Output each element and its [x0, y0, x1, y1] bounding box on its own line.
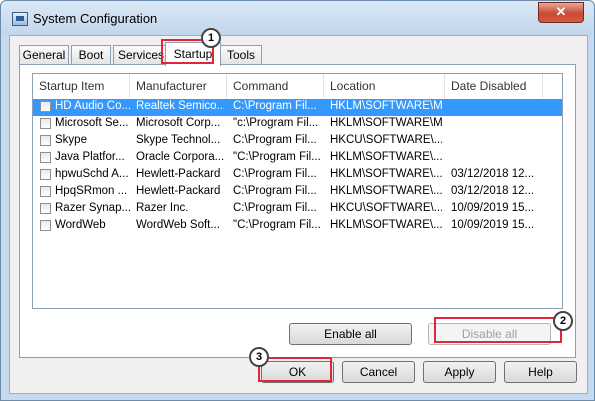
command-cell: "C:\Program Fil...: [233, 219, 321, 231]
tab-services[interactable]: Services: [113, 45, 169, 65]
startup-item-checkbox[interactable]: [40, 152, 51, 163]
column-header-date-disabled[interactable]: Date Disabled: [445, 74, 543, 98]
column-header-command[interactable]: Command: [227, 74, 324, 98]
tab-boot[interactable]: Boot: [71, 45, 111, 65]
title-bar[interactable]: System Configuration ✕: [1, 1, 594, 35]
startup-item-checkbox[interactable]: [40, 118, 51, 129]
startup-item-cell: Microsoft Se...: [55, 117, 129, 129]
startup-item-row[interactable]: Razer Synap... Razer Inc. C:\Program Fil..…: [33, 201, 562, 218]
column-header-manufacturer[interactable]: Manufacturer: [130, 74, 227, 98]
location-cell: HKLM\SOFTWARE\...: [330, 219, 442, 231]
manufacturer-cell: Hewlett-Packard: [136, 168, 221, 180]
startup-item-row[interactable]: HD Audio Co... Realtek Semico... C:\Progra…: [33, 99, 562, 116]
date-disabled-cell: 03/12/2018 12...: [451, 185, 535, 197]
startup-item-row[interactable]: Microsoft Se... Microsoft Corp... "c:\Prog…: [33, 116, 562, 133]
apply-button[interactable]: Apply: [423, 361, 496, 383]
startup-item-checkbox[interactable]: [40, 203, 51, 214]
close-button[interactable]: ✕: [538, 2, 584, 23]
location-cell: HKLM\SOFTWARE\M...: [330, 100, 442, 112]
manufacturer-cell: Skype Technol...: [136, 134, 221, 146]
command-cell: C:\Program Fil...: [233, 168, 317, 180]
startup-item-row[interactable]: HpqSRmon ... Hewlett-Packard C:\Program Fi…: [33, 184, 562, 201]
disable-all-button[interactable]: Disable all: [428, 323, 551, 345]
location-cell: HKLM\SOFTWARE\M...: [330, 117, 442, 129]
date-disabled-cell: 10/09/2019 15...: [451, 202, 535, 214]
command-cell: C:\Program Fil...: [233, 134, 317, 146]
startup-panel: Startup Item Manufacturer Command Locati…: [19, 64, 576, 358]
location-cell: HKCU\SOFTWARE\...: [330, 202, 442, 214]
startup-item-checkbox[interactable]: [40, 101, 51, 112]
manufacturer-cell: Razer Inc.: [136, 202, 189, 214]
startup-item-row[interactable]: hpwuSchd A... Hewlett-Packard C:\Program F…: [33, 167, 562, 184]
msconfig-icon: [12, 12, 28, 26]
location-cell: HKCU\SOFTWARE\...: [330, 134, 442, 146]
startup-item-checkbox[interactable]: [40, 169, 51, 180]
cancel-button[interactable]: Cancel: [342, 361, 415, 383]
command-cell: "C:\Program Fil...: [233, 151, 321, 163]
date-disabled-cell: 03/12/2018 12...: [451, 168, 535, 180]
command-cell: C:\Program Fil...: [233, 100, 317, 112]
startup-item-cell: Razer Synap...: [55, 202, 131, 214]
ok-button[interactable]: OK: [261, 361, 334, 383]
step-marker-2: 2: [553, 311, 573, 331]
manufacturer-cell: Oracle Corpora...: [136, 151, 224, 163]
location-cell: HKLM\SOFTWARE\...: [330, 185, 442, 197]
command-cell: C:\Program Fil...: [233, 202, 317, 214]
manufacturer-cell: Hewlett-Packard: [136, 185, 221, 197]
column-header-startup-item[interactable]: Startup Item: [33, 74, 130, 98]
command-cell: C:\Program Fil...: [233, 185, 317, 197]
manufacturer-cell: WordWeb Soft...: [136, 219, 220, 231]
system-configuration-window: System Configuration ✕ General Boot Serv…: [0, 0, 595, 401]
location-cell: HKLM\SOFTWARE\...: [330, 168, 442, 180]
tab-tools[interactable]: Tools: [220, 45, 262, 65]
help-button[interactable]: Help: [504, 361, 577, 383]
command-cell: "c:\Program Fil...: [233, 117, 319, 129]
enable-all-button[interactable]: Enable all: [289, 323, 412, 345]
startup-item-cell: WordWeb: [55, 219, 106, 231]
manufacturer-cell: Microsoft Corp...: [136, 117, 221, 129]
startup-item-row[interactable]: Skype Skype Technol... C:\Program Fil... HK…: [33, 133, 562, 150]
startup-item-cell: HD Audio Co...: [55, 100, 131, 112]
location-cell: HKLM\SOFTWARE\...: [330, 151, 442, 163]
startup-item-checkbox[interactable]: [40, 220, 51, 231]
window-title: System Configuration: [33, 11, 158, 26]
tab-general[interactable]: General: [19, 45, 69, 65]
step-marker-1: 1: [201, 28, 221, 48]
startup-item-checkbox[interactable]: [40, 186, 51, 197]
date-disabled-cell: 10/09/2019 15...: [451, 219, 535, 231]
startup-items-list[interactable]: Startup Item Manufacturer Command Locati…: [32, 73, 563, 309]
step-marker-3: 3: [249, 347, 269, 367]
manufacturer-cell: Realtek Semico...: [136, 100, 224, 112]
column-header-location[interactable]: Location: [324, 74, 445, 98]
startup-item-cell: Skype: [55, 134, 87, 146]
dialog-body: General Boot Services Startup Tools Star…: [9, 35, 588, 394]
startup-item-row[interactable]: Java Platfor... Oracle Corpora... "C:\Prog…: [33, 150, 562, 167]
startup-item-cell: hpwuSchd A...: [55, 168, 129, 180]
startup-item-cell: HpqSRmon ...: [55, 185, 128, 197]
startup-item-checkbox[interactable]: [40, 135, 51, 146]
startup-item-row[interactable]: WordWeb WordWeb Soft... "C:\Program Fil...…: [33, 218, 562, 235]
startup-item-cell: Java Platfor...: [55, 151, 125, 163]
